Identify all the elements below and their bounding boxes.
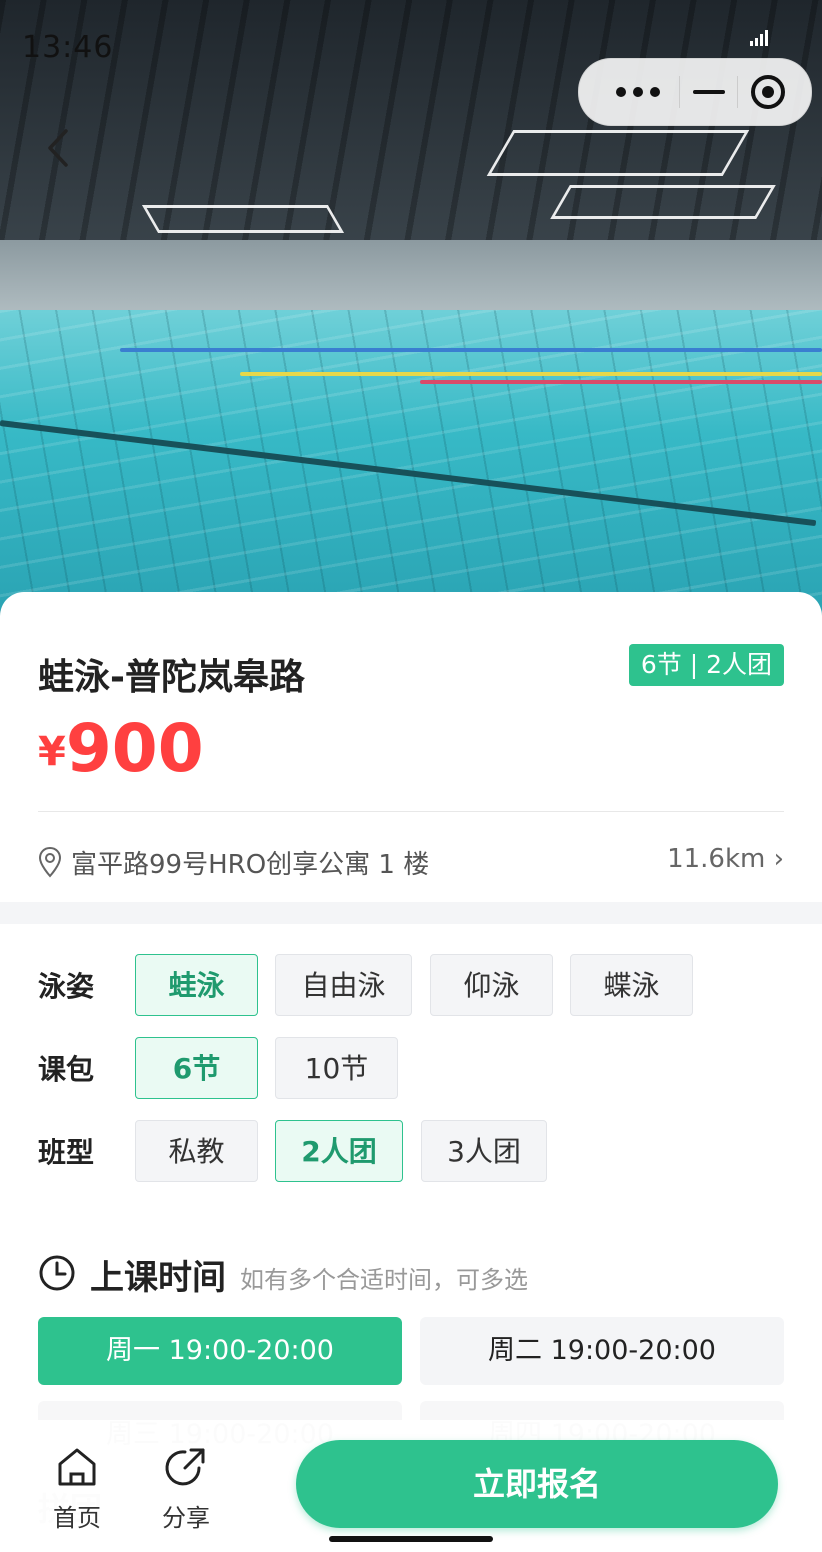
section-gap xyxy=(0,902,822,924)
share-tab[interactable]: 分享 xyxy=(146,1444,226,1533)
bottom-action-bar: 首页 分享 立即报名 xyxy=(0,1420,822,1550)
time-slot-tue[interactable]: 周二 19:00-20:00 xyxy=(420,1317,784,1385)
mini-program-capsule xyxy=(578,58,812,126)
home-tab[interactable]: 首页 xyxy=(37,1444,117,1533)
ceiling-light xyxy=(486,130,750,176)
signup-button[interactable]: 立即报名 xyxy=(296,1440,778,1528)
schedule-hint: 如有多个合适时间，可多选 xyxy=(240,1266,528,1294)
class-type-label: 班型 xyxy=(38,1136,95,1169)
schedule-title: 上课时间 xyxy=(90,1258,226,1298)
lane-rope xyxy=(120,348,822,352)
stroke-option-breaststroke[interactable]: 蛙泳 xyxy=(135,954,258,1016)
currency-symbol: ¥ xyxy=(38,729,66,775)
ceiling-light xyxy=(141,205,345,233)
minus-icon[interactable] xyxy=(691,79,727,105)
home-icon xyxy=(58,1448,96,1486)
address-row[interactable]: 富平路99号HRO创享公寓 1 楼 11.6km › xyxy=(38,840,784,884)
lane-rope xyxy=(420,380,822,384)
class-option-group-2[interactable]: 2人团 xyxy=(275,1120,403,1182)
target-circle-icon[interactable] xyxy=(750,74,786,110)
home-indicator xyxy=(329,1536,493,1542)
course-title: 蛙泳-普陀岚皋路 xyxy=(38,657,305,698)
share-label: 分享 xyxy=(162,1504,210,1532)
ceiling-light xyxy=(550,185,776,219)
hero-image: 13:46 xyxy=(0,0,822,620)
stroke-label: 泳姿 xyxy=(38,970,95,1003)
address-text: 富平路99号HRO创享公寓 1 楼 xyxy=(71,850,430,880)
stroke-option-butterfly[interactable]: 蝶泳 xyxy=(570,954,693,1016)
course-price: ¥900 xyxy=(38,710,204,787)
capsule-divider xyxy=(679,76,680,108)
status-time: 13:46 xyxy=(22,30,114,65)
stroke-option-backstroke[interactable]: 仰泳 xyxy=(430,954,553,1016)
home-label: 首页 xyxy=(53,1504,101,1532)
time-slot-mon[interactable]: 周一 19:00-20:00 xyxy=(38,1317,402,1385)
clock-icon xyxy=(38,1254,76,1292)
price-value: 900 xyxy=(65,710,204,787)
signal-icon xyxy=(750,30,770,46)
pool-water xyxy=(0,310,822,620)
stroke-option-freestyle[interactable]: 自由泳 xyxy=(275,954,412,1016)
more-dots-icon[interactable] xyxy=(613,79,663,105)
package-badge: 6节 | 2人团 xyxy=(628,644,784,686)
back-arrow-icon[interactable] xyxy=(40,125,80,171)
package-option-6[interactable]: 6节 xyxy=(135,1037,258,1099)
package-label: 课包 xyxy=(38,1053,95,1086)
capsule-divider xyxy=(737,76,738,108)
location-pin-icon xyxy=(38,846,62,878)
course-detail-card: 蛙泳-普陀岚皋路 6节 | 2人团 ¥900 富平路99号HRO创享公寓 1 楼… xyxy=(0,592,822,1552)
schedule-header: 上课时间 如有多个合适时间，可多选 xyxy=(38,1252,798,1298)
divider xyxy=(38,811,784,812)
share-icon xyxy=(165,1448,205,1486)
lane-rope xyxy=(240,372,822,376)
package-option-10[interactable]: 10节 xyxy=(275,1037,398,1099)
distance-text: 11.6km › xyxy=(667,844,784,874)
class-option-private[interactable]: 私教 xyxy=(135,1120,258,1182)
class-option-group-3[interactable]: 3人团 xyxy=(421,1120,547,1182)
